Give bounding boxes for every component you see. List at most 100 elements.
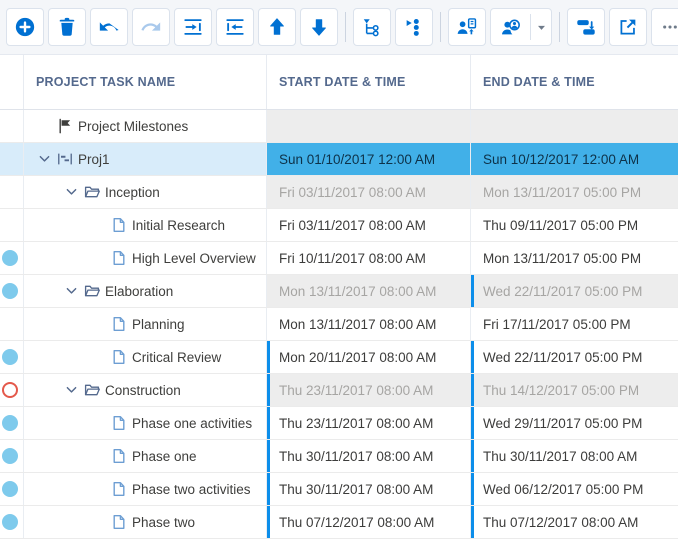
task-name-label: Planning xyxy=(132,317,185,332)
task-name-cell[interactable]: Critical Review xyxy=(23,341,266,373)
task-name-label: Phase one xyxy=(132,449,197,464)
table-row[interactable]: Project Milestones xyxy=(0,110,678,143)
task-name-cell[interactable]: Project Milestones xyxy=(23,110,266,142)
start-date-cell[interactable]: Thu 23/11/2017 08:00 AM xyxy=(266,407,470,439)
add-icon xyxy=(14,16,36,38)
undo-icon xyxy=(98,16,120,38)
folder-open-icon xyxy=(83,283,100,299)
table-row[interactable]: High Level Overview Fri 10/11/2017 08:00… xyxy=(0,242,678,275)
page-icon xyxy=(110,316,127,332)
table-row[interactable]: Planning Mon 13/11/2017 08:00 AM Fri 17/… xyxy=(0,308,678,341)
toolbar-critical-path-button[interactable] xyxy=(395,8,433,46)
start-date-cell[interactable]: Mon 13/11/2017 08:00 AM xyxy=(266,308,470,340)
table-row[interactable]: Construction Thu 23/11/2017 08:00 AM Thu… xyxy=(0,374,678,407)
row-status-cell xyxy=(0,506,23,538)
table-row[interactable]: Proj1 Sun 01/10/2017 12:00 AM Sun 10/12/… xyxy=(0,143,678,176)
end-date-cell[interactable]: Thu 09/11/2017 05:00 PM xyxy=(470,209,678,241)
page-icon xyxy=(110,448,127,464)
table-row[interactable]: Phase two Thu 07/12/2017 08:00 AM Thu 07… xyxy=(0,506,678,539)
status-dot-icon xyxy=(2,481,18,497)
toolbar-open-in-new-button[interactable] xyxy=(609,8,647,46)
toolbar-move-down-button[interactable] xyxy=(300,8,338,46)
end-date-cell[interactable]: Wed 06/12/2017 05:00 PM xyxy=(470,473,678,505)
header-cell-end-date[interactable]: END DATE & TIME xyxy=(470,55,678,109)
toolbar-separator xyxy=(440,12,441,42)
chevron-down-icon[interactable] xyxy=(66,188,78,197)
row-status-cell xyxy=(0,275,23,307)
gantt-task-grid: PROJECT TASK NAME START DATE & TIME END … xyxy=(0,0,678,541)
task-name-cell[interactable]: Phase two activities xyxy=(23,473,266,505)
folder-open-icon xyxy=(83,184,100,200)
toolbar-assign-resources-button[interactable] xyxy=(448,8,486,46)
task-name-cell[interactable]: Initial Research xyxy=(23,209,266,241)
toolbar-redo-button[interactable] xyxy=(132,8,170,46)
end-date-cell[interactable] xyxy=(470,110,678,142)
end-date-cell[interactable]: Mon 13/11/2017 05:00 PM xyxy=(470,176,678,208)
task-name-cell[interactable]: Elaboration xyxy=(23,275,266,307)
toolbar-move-up-button[interactable] xyxy=(258,8,296,46)
end-date-cell[interactable]: Wed 22/11/2017 05:00 PM xyxy=(470,275,678,307)
toolbar-add-button[interactable] xyxy=(6,8,44,46)
toolbar-baselines-button[interactable] xyxy=(567,8,605,46)
start-date-cell[interactable]: Thu 07/12/2017 08:00 AM xyxy=(266,506,470,538)
header-cell-start-date[interactable]: START DATE & TIME xyxy=(266,55,470,109)
end-date-cell[interactable]: Fri 17/11/2017 05:00 PM xyxy=(470,308,678,340)
redo-icon xyxy=(140,16,162,38)
table-row[interactable]: Critical Review Mon 20/11/2017 08:00 AM … xyxy=(0,341,678,374)
table-row[interactable]: Phase one Thu 30/11/2017 08:00 AM Thu 30… xyxy=(0,440,678,473)
start-date-cell[interactable] xyxy=(266,110,470,142)
end-date-cell[interactable]: Mon 13/11/2017 05:00 PM xyxy=(470,242,678,274)
end-date-cell[interactable]: Thu 14/12/2017 05:00 PM xyxy=(470,374,678,406)
page-icon xyxy=(110,514,127,530)
task-name-cell[interactable]: High Level Overview xyxy=(23,242,266,274)
table-row[interactable]: Initial Research Fri 03/11/2017 08:00 AM… xyxy=(0,209,678,242)
status-dot-icon xyxy=(2,250,18,266)
row-status-cell xyxy=(0,341,23,373)
start-date-cell[interactable]: Fri 10/11/2017 08:00 AM xyxy=(266,242,470,274)
table-row[interactable]: Elaboration Mon 13/11/2017 08:00 AM Wed … xyxy=(0,275,678,308)
dropdown-caret-icon[interactable] xyxy=(530,14,551,40)
hierarchy-icon xyxy=(361,16,383,38)
task-name-cell[interactable]: Planning xyxy=(23,308,266,340)
task-name-cell[interactable]: Inception xyxy=(23,176,266,208)
end-date-cell[interactable]: Thu 30/11/2017 08:00 AM xyxy=(470,440,678,472)
start-date-cell[interactable]: Thu 30/11/2017 08:00 AM xyxy=(266,440,470,472)
task-name-cell[interactable]: Proj1 xyxy=(23,143,266,175)
start-date-cell[interactable]: Sun 01/10/2017 12:00 AM xyxy=(266,143,470,175)
row-status-cell xyxy=(0,242,23,274)
start-date-cell[interactable]: Mon 13/11/2017 08:00 AM xyxy=(266,275,470,307)
table-row[interactable]: Inception Fri 03/11/2017 08:00 AM Mon 13… xyxy=(0,176,678,209)
end-date-cell[interactable]: Thu 07/12/2017 08:00 AM xyxy=(470,506,678,538)
status-dot-icon xyxy=(2,415,18,431)
end-date-cell[interactable]: Wed 22/11/2017 05:00 PM xyxy=(470,341,678,373)
task-name-cell[interactable]: Phase one activities xyxy=(23,407,266,439)
task-name-label: Elaboration xyxy=(105,284,173,299)
toolbar-resource-view-button[interactable] xyxy=(490,8,552,46)
toolbar-undo-button[interactable] xyxy=(90,8,128,46)
end-date-cell[interactable]: Sun 10/12/2017 12:00 AM xyxy=(470,143,678,175)
header-cell-task-name[interactable]: PROJECT TASK NAME xyxy=(23,55,266,109)
start-date-cell[interactable]: Fri 03/11/2017 08:00 AM xyxy=(266,176,470,208)
task-name-cell[interactable]: Phase two xyxy=(23,506,266,538)
delete-icon xyxy=(56,16,78,38)
table-row[interactable]: Phase two activities Thu 30/11/2017 08:0… xyxy=(0,473,678,506)
toolbar-more-button[interactable] xyxy=(651,8,678,46)
start-date-cell[interactable]: Fri 03/11/2017 08:00 AM xyxy=(266,209,470,241)
status-dot-icon xyxy=(2,283,18,299)
chevron-down-icon[interactable] xyxy=(66,287,78,296)
chevron-down-icon[interactable] xyxy=(66,386,78,395)
end-date-cell[interactable]: Wed 29/11/2017 05:00 PM xyxy=(470,407,678,439)
table-row[interactable]: Phase one activities Thu 23/11/2017 08:0… xyxy=(0,407,678,440)
toolbar-hierarchy-button[interactable] xyxy=(353,8,391,46)
toolbar-indent-button[interactable] xyxy=(174,8,212,46)
chevron-down-icon[interactable] xyxy=(39,155,51,164)
start-date-cell[interactable]: Thu 30/11/2017 08:00 AM xyxy=(266,473,470,505)
toolbar-outdent-button[interactable] xyxy=(216,8,254,46)
start-date-cell[interactable]: Thu 23/11/2017 08:00 AM xyxy=(266,374,470,406)
page-icon xyxy=(110,250,127,266)
toolbar-delete-button[interactable] xyxy=(48,8,86,46)
task-name-cell[interactable]: Construction xyxy=(23,374,266,406)
page-icon xyxy=(110,217,127,233)
task-name-cell[interactable]: Phase one xyxy=(23,440,266,472)
start-date-cell[interactable]: Mon 20/11/2017 08:00 AM xyxy=(266,341,470,373)
